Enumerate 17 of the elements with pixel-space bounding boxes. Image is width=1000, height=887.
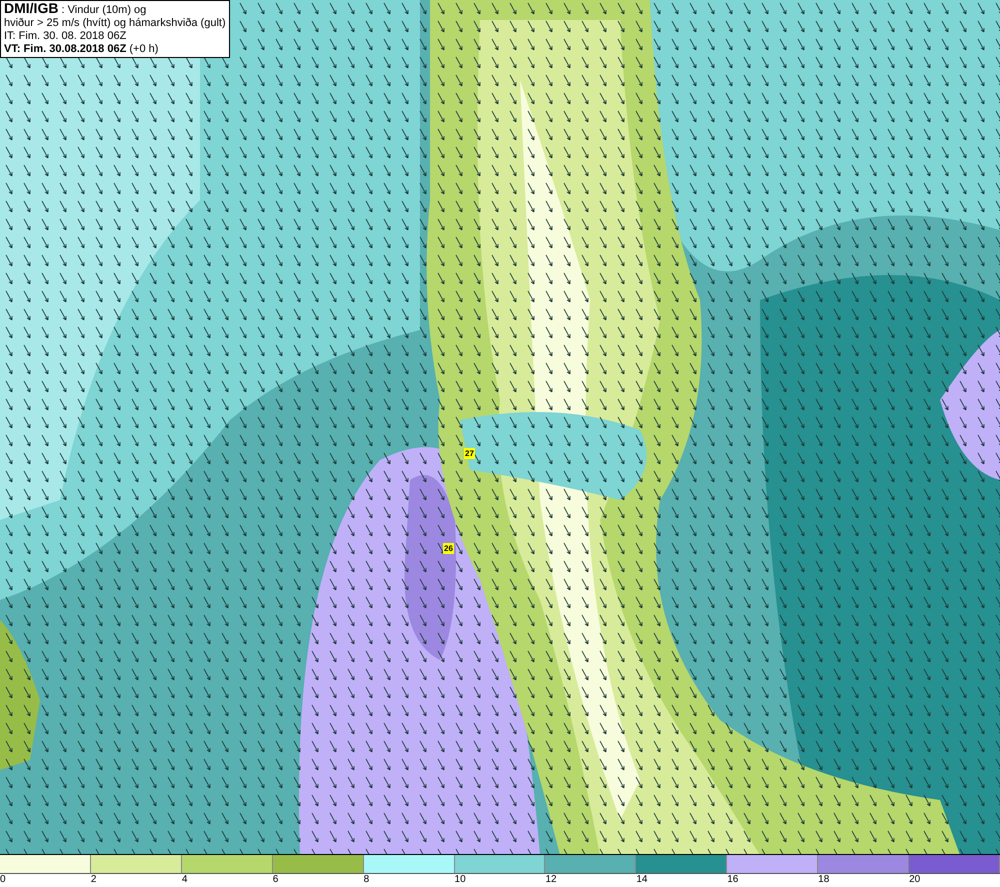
value-label: 27 [464,448,475,459]
scale-label: 18 [818,874,830,885]
scale-label: 10 [454,874,466,885]
scale-label: 14 [636,874,648,885]
scale-label: 2 [90,874,96,885]
scale-label: 4 [182,874,188,885]
value-label: 26 [443,543,454,554]
scale-label: 0 [0,874,6,885]
title-line: DMI/IGB : Vindur (10m) og [4,2,148,17]
scale-label: 16 [727,874,738,885]
title-line: VT: Fim. 30.08.2018 06Z (+0 h) [4,43,160,56]
scale-label: 8 [364,874,370,885]
scale-label: 6 [272,874,278,885]
title-line: hviður > 25 m/s (hvítt) og hámarkshviða (gult) [4,17,226,30]
title-line: IT: Fim. 30. 08. 2018 06Z [4,30,128,43]
scale-label: 12 [545,874,557,885]
scale-label: 20 [909,874,920,885]
